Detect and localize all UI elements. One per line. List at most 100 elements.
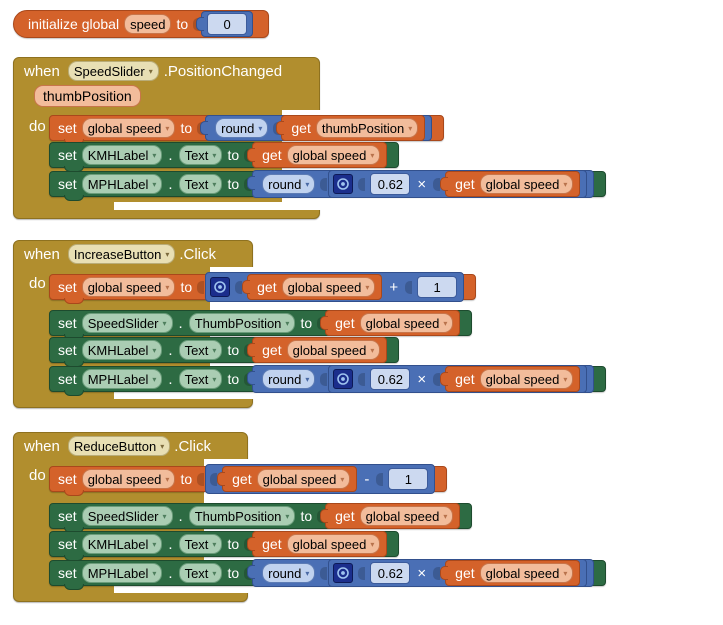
variable-dropdown[interactable]: global speed ▾ <box>479 174 574 194</box>
component-dropdown[interactable]: SpeedSlider ▾ <box>81 313 173 333</box>
stmt-set-kmhlabel-text-1[interactable]: set KMHLabel ▾ . Text ▾ to get global sp… <box>49 142 400 172</box>
left-plug <box>242 280 251 294</box>
variable-dropdown[interactable]: global speed ▾ <box>286 145 381 165</box>
component-dropdown[interactable]: SpeedSlider ▾ <box>81 506 173 526</box>
variable-name: global speed <box>87 279 162 295</box>
variable-dropdown[interactable]: global speed ▾ <box>81 277 176 297</box>
property-dropdown[interactable]: Text ▾ <box>178 369 223 389</box>
get-global-speed-block[interactable]: get global speed ▾ <box>440 366 581 392</box>
math-round-block[interactable]: round ▾ 0.62 × get global speed ▾ <box>247 170 595 198</box>
get-thumbposition-block[interactable]: get thumbPosition ▾ <box>276 115 426 141</box>
multiplier-number-field[interactable]: 0.62 <box>370 368 411 390</box>
initialize-global-label: initialize global <box>28 16 120 32</box>
component-dropdown[interactable]: KMHLabel ▾ <box>81 145 163 165</box>
round-operator-dropdown[interactable]: round ▾ <box>262 369 316 389</box>
variable-dropdown[interactable]: global speed ▾ <box>479 563 574 583</box>
variable-name: global speed <box>262 471 337 487</box>
set-label: set <box>58 120 77 136</box>
stmt-set-speedslider-thumbposition-1[interactable]: set SpeedSlider ▾ . ThumbPosition ▾ to g… <box>49 310 473 340</box>
gear-icon[interactable] <box>210 277 231 297</box>
gear-icon[interactable] <box>333 174 354 194</box>
math-multiply-block[interactable]: 0.62 × get global speed ▾ <box>328 170 588 198</box>
chevron-down-icon: ▾ <box>152 346 157 355</box>
event-parameter-thumbposition[interactable]: thumbPosition <box>34 85 141 107</box>
left-plug <box>440 177 449 191</box>
chevron-down-icon: ▾ <box>285 319 290 328</box>
stmt-set-speedslider-thumbposition-2[interactable]: set SpeedSlider ▾ . ThumbPosition ▾ to g… <box>49 503 473 533</box>
property-dropdown[interactable]: Text ▾ <box>178 563 223 583</box>
get-global-speed-block[interactable]: get global speed ▾ <box>247 142 388 168</box>
number-field[interactable]: 0 <box>207 13 248 35</box>
variable-dropdown[interactable]: global speed ▾ <box>479 369 574 389</box>
math-multiply-block[interactable]: 0.62 × get global speed ▾ <box>328 559 588 587</box>
statement-notch <box>64 490 84 496</box>
stmt-set-global-speed-2[interactable]: set global speed ▾ to get global speed ▾… <box>49 272 477 304</box>
gear-icon[interactable] <box>333 563 354 583</box>
chevron-down-icon: ▾ <box>563 375 568 384</box>
math-round-block[interactable]: round ▾ 0.62 × get global speed ▾ <box>247 365 595 393</box>
event-component-dropdown[interactable]: ReduceButton ▾ <box>67 436 171 456</box>
body-cutout-lower <box>114 585 254 593</box>
property-dropdown[interactable]: Text ▾ <box>178 340 223 360</box>
math-round-block[interactable]: round ▾ 0.62 × get global speed ▾ <box>247 559 595 587</box>
set-label: set <box>58 471 77 487</box>
chevron-down-icon: ▾ <box>152 151 157 160</box>
component-dropdown[interactable]: MPHLabel ▾ <box>81 369 163 389</box>
variable-dropdown[interactable]: global speed ▾ <box>256 469 351 489</box>
variable-dropdown[interactable]: global speed ▾ <box>281 277 376 297</box>
number-block-zero[interactable]: 0 <box>196 11 254 37</box>
stmt-set-global-speed-3[interactable]: set global speed ▾ to get global speed ▾… <box>49 464 448 496</box>
subtrahend-number-field[interactable]: 1 <box>388 468 429 490</box>
event-component-dropdown[interactable]: IncreaseButton ▾ <box>67 244 176 264</box>
property-dropdown[interactable]: Text ▾ <box>178 534 223 554</box>
multiplier-number-field[interactable]: 0.62 <box>370 562 411 584</box>
variable-dropdown[interactable]: global speed ▾ <box>359 506 454 526</box>
stmt-set-mphlabel-text-2[interactable]: set MPHLabel ▾ . Text ▾ to round ▾ 0.62 … <box>49 365 607 396</box>
math-round-block[interactable]: round ▾ get thumbPosition ▾ <box>200 115 433 141</box>
get-global-speed-block[interactable]: get global speed ▾ <box>320 503 461 529</box>
get-global-speed-block[interactable]: get global speed ▾ <box>320 310 461 336</box>
variable-dropdown[interactable]: global speed ▾ <box>286 340 381 360</box>
block-initialize-global-speed[interactable]: initialize global speed to 0 <box>13 10 270 38</box>
multiplier-number-field[interactable]: 0.62 <box>370 173 411 195</box>
value-socket <box>358 177 366 191</box>
stmt-set-mphlabel-text-1[interactable]: set MPHLabel ▾ . Text ▾ to round ▾ 0.62 … <box>49 170 607 201</box>
stmt-set-global-speed-1[interactable]: set global speed ▾ to round ▾ get thumbP… <box>49 115 445 145</box>
round-operator-dropdown[interactable]: round ▾ <box>262 174 316 194</box>
property-dropdown[interactable]: ThumbPosition ▾ <box>188 506 296 526</box>
round-operator-dropdown[interactable]: round ▾ <box>262 563 316 583</box>
global-variable-name-field[interactable]: speed <box>124 14 172 34</box>
variable-dropdown[interactable]: global speed ▾ <box>81 118 176 138</box>
get-global-speed-block[interactable]: get global speed ▾ <box>440 560 581 586</box>
component-dropdown[interactable]: MPHLabel ▾ <box>81 563 163 583</box>
math-subtract-block[interactable]: get global speed ▾ - 1 <box>205 464 436 494</box>
property-dropdown[interactable]: Text ▾ <box>178 174 223 194</box>
math-multiply-block[interactable]: 0.62 × get global speed ▾ <box>328 365 588 393</box>
stmt-set-kmhlabel-text-3[interactable]: set KMHLabel ▾ . Text ▾ to get global sp… <box>49 531 400 561</box>
property-dropdown[interactable]: ThumbPosition ▾ <box>188 313 296 333</box>
component-dropdown[interactable]: MPHLabel ▾ <box>81 174 163 194</box>
property-dropdown[interactable]: Text ▾ <box>178 145 223 165</box>
variable-dropdown[interactable]: global speed ▾ <box>359 313 454 333</box>
event-component-dropdown[interactable]: SpeedSlider ▾ <box>67 61 159 81</box>
component-dropdown[interactable]: KMHLabel ▾ <box>81 340 163 360</box>
addend-number-field[interactable]: 1 <box>417 276 458 298</box>
gear-icon[interactable] <box>333 369 354 389</box>
get-global-speed-block[interactable]: get global speed ▾ <box>247 531 388 557</box>
get-global-speed-block[interactable]: get global speed ▾ <box>217 466 358 492</box>
variable-dropdown[interactable]: thumbPosition ▾ <box>315 118 419 138</box>
get-global-speed-block[interactable]: get global speed ▾ <box>247 337 388 363</box>
get-global-speed-block[interactable]: get global speed ▾ <box>242 274 383 300</box>
chevron-down-icon: ▾ <box>370 346 375 355</box>
stmt-set-kmhlabel-text-2[interactable]: set KMHLabel ▾ . Text ▾ to get global sp… <box>49 337 400 367</box>
value-socket <box>197 472 205 486</box>
variable-dropdown[interactable]: global speed ▾ <box>286 534 381 554</box>
to-label: to <box>227 536 240 552</box>
component-dropdown[interactable]: KMHLabel ▾ <box>81 534 163 554</box>
round-operator-dropdown[interactable]: round ▾ <box>215 118 269 138</box>
stmt-set-mphlabel-text-3[interactable]: set MPHLabel ▾ . Text ▾ to round ▾ 0.62 … <box>49 559 607 590</box>
get-global-speed-block[interactable]: get global speed ▾ <box>440 171 581 197</box>
math-add-block[interactable]: get global speed ▾ + 1 <box>205 272 465 302</box>
get-label: get <box>232 471 252 487</box>
variable-dropdown[interactable]: global speed ▾ <box>81 469 176 489</box>
